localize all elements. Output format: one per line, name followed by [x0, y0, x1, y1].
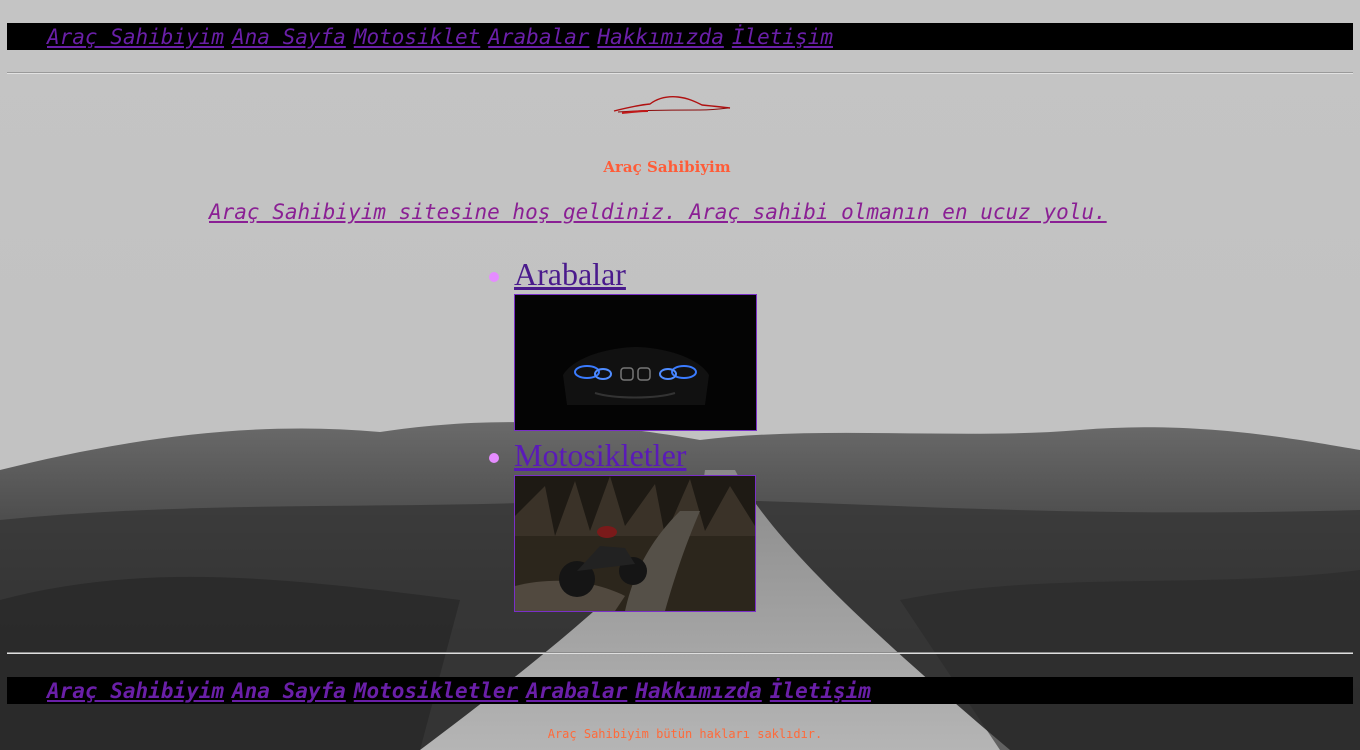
nav-link-iletisim[interactable]: İletişim	[732, 25, 833, 49]
nav-link-arabalar[interactable]: Arabalar	[488, 25, 589, 49]
site-title: Araç Sahibiyim	[603, 158, 731, 176]
nav-link-ana-sayfa[interactable]: Ana Sayfa	[232, 25, 346, 49]
category-link-arabalar[interactable]: Arabalar	[514, 256, 626, 293]
copyright-text: Araç Sahibiyim bütün hakları saklıdır.	[547, 727, 823, 741]
footer-link-motosikletler[interactable]: Motosikletler	[354, 679, 518, 703]
nav-link-hakkimizda[interactable]: Hakkımızda	[597, 25, 723, 49]
bottom-navbar: Araç Sahibiyim Ana Sayfa Motosikletler A…	[7, 677, 1353, 704]
footer-link-arac-sahibiyim[interactable]: Araç Sahibiyim	[47, 679, 224, 703]
car-headlights-photo	[515, 295, 756, 430]
motorcycle-photo	[515, 476, 755, 611]
welcome-message[interactable]: Araç Sahibiyim sitesine hoş geldiniz. Ar…	[209, 200, 1107, 224]
top-navbar: Araç Sahibiyim Ana Sayfa Motosiklet Arab…	[7, 23, 1353, 50]
footer-link-iletisim[interactable]: İletişim	[770, 679, 871, 703]
footer-link-arabalar[interactable]: Arabalar	[526, 679, 627, 703]
list-bullet	[489, 453, 499, 463]
nav-link-motosiklet[interactable]: Motosiklet	[354, 25, 480, 49]
motorcycle-image[interactable]	[514, 475, 756, 612]
car-logo-icon	[613, 96, 731, 114]
list-bullet	[489, 272, 499, 282]
bottom-divider	[7, 652, 1353, 654]
category-link-motosikletler[interactable]: Motosikletler	[514, 437, 686, 474]
top-divider	[7, 72, 1353, 74]
footer-link-hakkimizda[interactable]: Hakkımızda	[635, 679, 761, 703]
car-image[interactable]	[514, 294, 757, 431]
nav-link-arac-sahibiyim[interactable]: Araç Sahibiyim	[47, 25, 224, 49]
footer-link-ana-sayfa[interactable]: Ana Sayfa	[232, 679, 346, 703]
